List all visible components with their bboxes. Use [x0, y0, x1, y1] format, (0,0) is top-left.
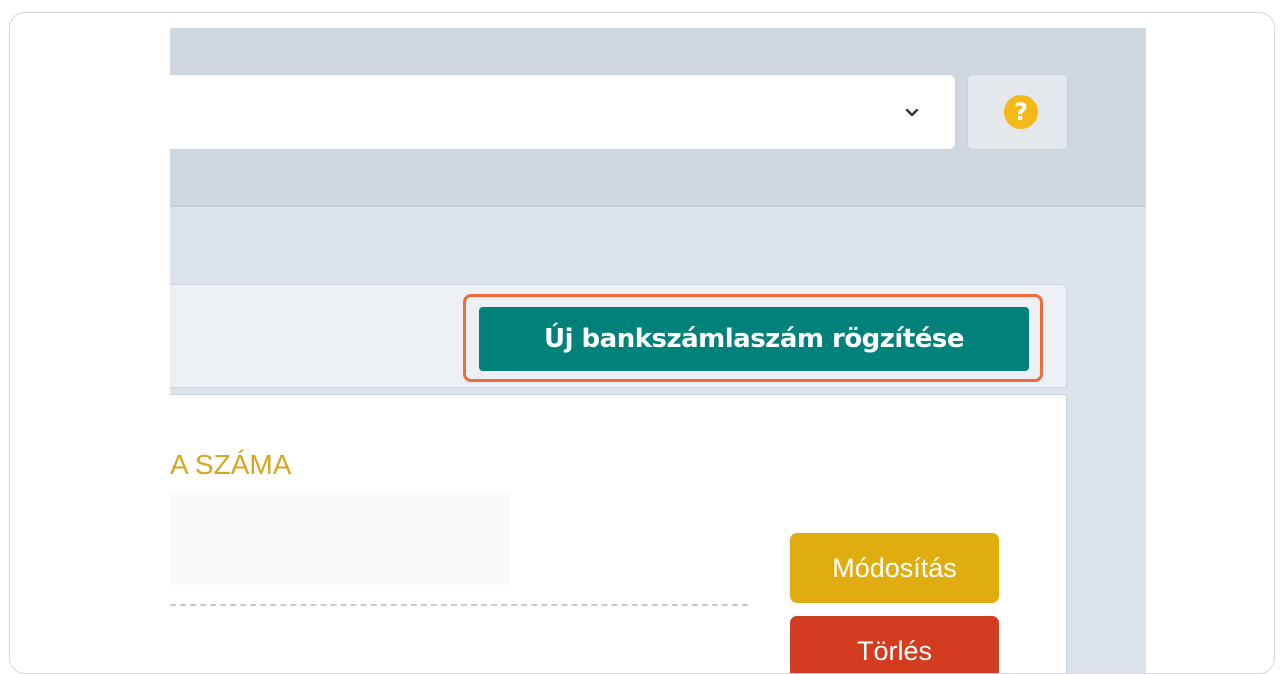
- app-window: ? Új bankszámlaszám rögzítése A SZÁMA Mó…: [170, 28, 1146, 673]
- company-select[interactable]: [170, 74, 956, 150]
- top-bar: ?: [170, 28, 1146, 207]
- screenshot-frame: ? Új bankszámlaszám rögzítése A SZÁMA Mó…: [9, 12, 1275, 674]
- question-circle-icon: ?: [1004, 95, 1038, 129]
- chevron-down-icon[interactable]: [902, 103, 922, 123]
- card-header: Új bankszámlaszám rögzítése: [170, 284, 1067, 388]
- delete-button[interactable]: Törlés: [790, 616, 999, 673]
- row-divider: [170, 604, 748, 606]
- help-button[interactable]: ?: [967, 74, 1068, 150]
- account-number-cell: [170, 493, 510, 585]
- column-header: A SZÁMA: [170, 449, 292, 480]
- new-bank-account-button[interactable]: Új bankszámlaszám rögzítése: [479, 307, 1029, 371]
- edit-button[interactable]: Módosítás: [790, 533, 999, 603]
